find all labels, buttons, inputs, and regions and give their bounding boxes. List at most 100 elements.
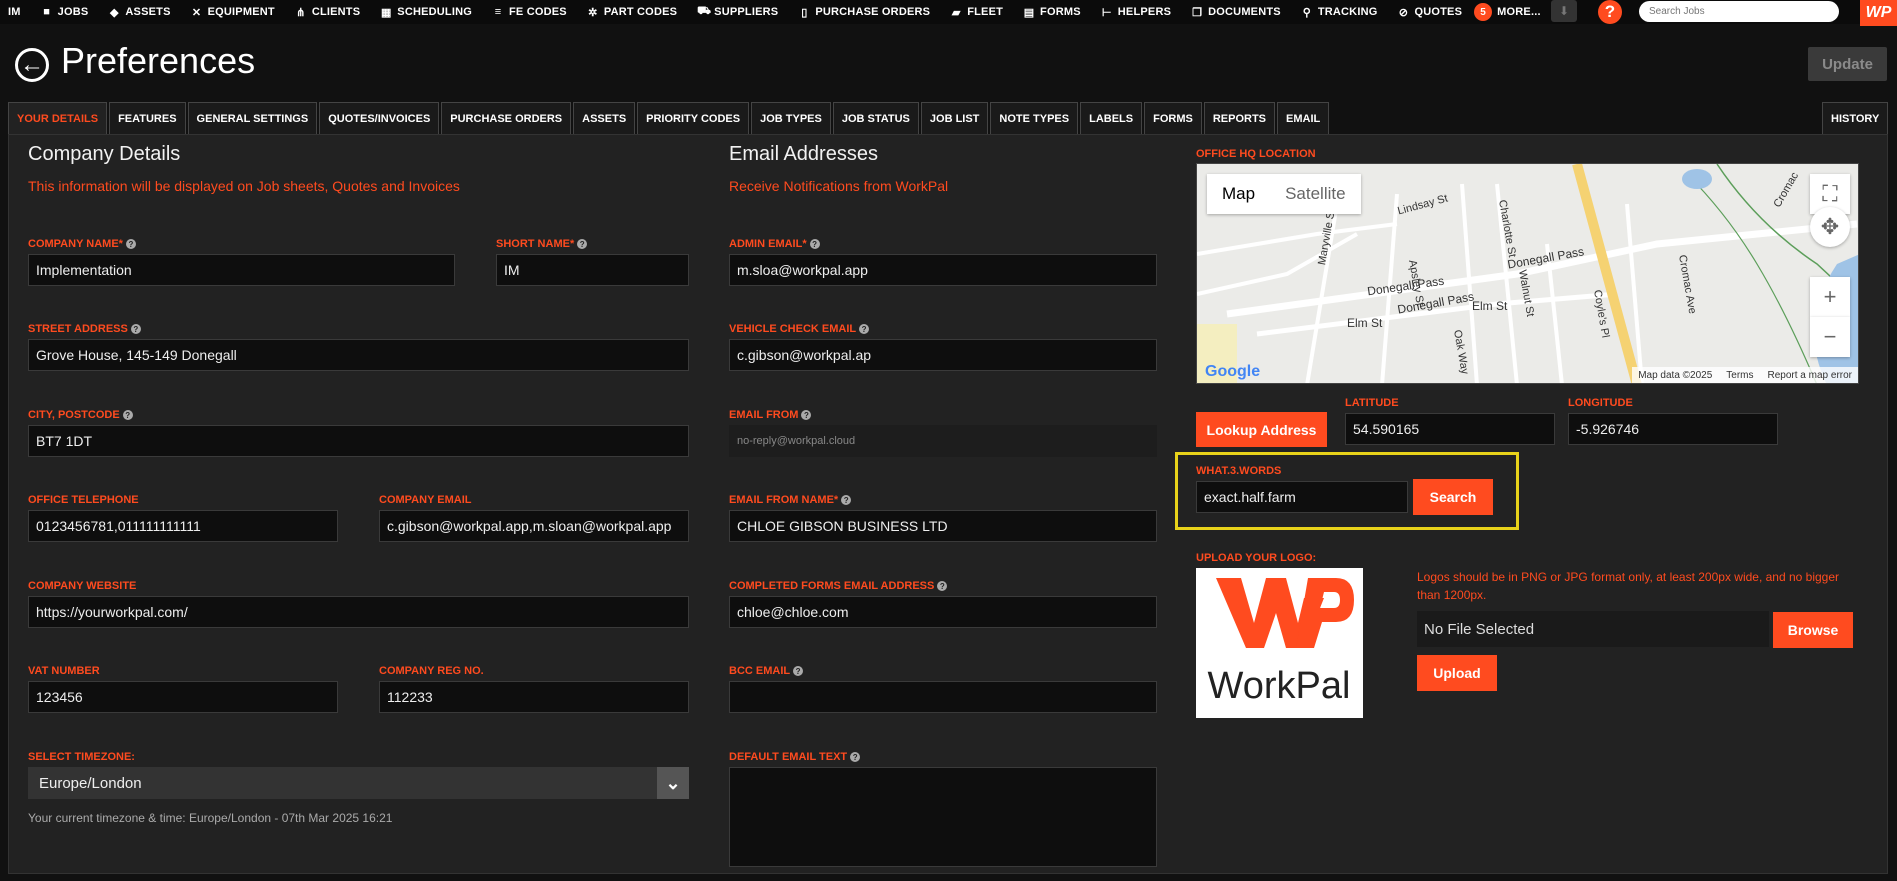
bcc-email-field[interactable] [729,681,1157,713]
tab-history[interactable]: HISTORY [1822,102,1889,134]
vehicle-check-email-field[interactable]: c.gibson@workpal.ap [729,339,1157,371]
document-icon: ▯ [801,6,808,19]
back-arrow-icon[interactable]: ← [15,48,49,82]
tab-job-types[interactable]: JOB TYPES [751,102,831,134]
nav-item-fe-codes[interactable]: ≡ FE CODES [482,0,577,24]
tab-email[interactable]: EMAIL [1277,102,1330,134]
email-from-label: EMAIL FROM? [729,409,812,421]
tab-labels[interactable]: LABELS [1080,102,1143,134]
help-button[interactable]: ? [1598,0,1622,24]
tab-general-settings[interactable]: GENERAL SETTINGS [187,102,318,134]
tab-assets[interactable]: ASSETS [573,102,636,134]
vat-number-label: VAT NUMBER [28,665,100,677]
office-location-map[interactable]: Donegall Pass Donegall Pass Donegall Pas… [1196,163,1859,384]
help-icon: ? [801,410,812,420]
company-reg-label: COMPANY REG NO. [379,665,484,677]
timezone-info: Your current timezone & time: Europe/Lon… [28,811,393,825]
zoom-out-icon[interactable]: − [1810,317,1850,357]
nav-item-clients[interactable]: ⋔ CLIENTS [285,0,370,24]
download-icon[interactable]: ⬇ [1551,0,1577,22]
nav-item-more[interactable]: 5 MORE... [1472,0,1551,24]
map-tab-satellite[interactable]: Satellite [1270,174,1360,214]
cube-icon: ◆ [110,6,119,19]
browse-button[interactable]: Browse [1773,612,1853,648]
bcc-email-label: BCC EMAIL? [729,665,804,677]
nav-item-forms[interactable]: ▤ FORMS [1013,0,1091,24]
nav-item-jobs[interactable]: ■ JOBS [31,0,99,24]
map-tab-map[interactable]: Map [1207,174,1270,214]
nav-item-scheduling[interactable]: ▦ SCHEDULING [370,0,482,24]
city-postcode-label: CITY, POSTCODE? [28,409,133,421]
map-terms-link[interactable]: Terms [1726,370,1753,381]
longitude-label: LONGITUDE [1568,397,1633,409]
map-label-elm-st: Elm St [1472,299,1508,313]
help-icon: ? [125,239,136,249]
tab-reports[interactable]: REPORTS [1203,102,1276,134]
map-footer: Map data ©2025 Terms Report a map error [1632,367,1858,383]
camera-control-icon[interactable]: ✥ [1810,207,1850,247]
nav-item-quotes[interactable]: ⊘ QUOTES [1387,0,1472,24]
longitude-field[interactable]: -5.926746 [1568,413,1778,445]
tab-quotes-invoices[interactable]: QUOTES/INVOICES [319,102,440,134]
tab-features[interactable]: FEATURES [109,102,186,134]
help-icon: ? [130,324,141,334]
street-address-field[interactable]: Grove House, 145-149 Donegall [28,339,689,371]
company-email-field[interactable]: c.gibson@workpal.app,m.sloan@workpal.app [379,510,689,542]
office-telephone-field[interactable]: 0123456781,011111111111 [28,510,338,542]
nav-item-fleet[interactable]: ▰ FLEET [940,0,1013,24]
documents-icon: ❐ [1192,6,1203,19]
what3words-search-button[interactable]: Search [1413,479,1493,515]
tab-job-status[interactable]: JOB STATUS [832,102,919,134]
nav-item-equipment[interactable]: ✕ EQUIPMENT [181,0,285,24]
map-report-error-link[interactable]: Report a map error [1768,370,1852,381]
map-data-credit: Map data ©2025 [1638,369,1713,381]
help-icon: ? [850,752,861,762]
latitude-field[interactable]: 54.590165 [1345,413,1555,445]
lookup-address-button[interactable]: Lookup Address [1196,412,1327,447]
nav-item-assets[interactable]: ◆ ASSETS [98,0,180,24]
paperclip-icon: ⊘ [1398,6,1409,19]
company-reg-field[interactable]: 112233 [379,681,689,713]
latitude-label: LATITUDE [1345,397,1399,409]
company-website-field[interactable]: https://yourworkpal.com/ [28,596,689,628]
timezone-select[interactable]: Europe/London ⌄ [28,767,689,799]
completed-forms-email-field[interactable]: chloe@chloe.com [729,596,1157,628]
tab-your-details[interactable]: YOUR DETAILS [8,102,108,134]
what3words-label: WHAT.3.WORDS [1196,465,1282,477]
nav-item-helpers[interactable]: ⊢ HELPERS [1091,0,1181,24]
admin-email-field[interactable]: m.sloa@workpal.app [729,254,1157,286]
nav-item-documents[interactable]: ❐ DOCUMENTS [1181,0,1291,24]
timezone-label: SELECT TIMEZONE: [28,751,135,763]
email-from-name-field[interactable]: CHLOE GIBSON BUSINESS LTD [729,510,1157,542]
company-name-label: COMPANY NAME*? [28,238,136,250]
nav-item-tracking[interactable]: ⚲ TRACKING [1291,0,1388,24]
search-jobs-input[interactable] [1639,1,1839,22]
truck-icon: ▰ [951,6,961,19]
nav-item-purchase-orders[interactable]: ▯ PURCHASE ORDERS [788,0,940,24]
tab-purchase-orders[interactable]: PURCHASE ORDERS [441,102,572,134]
what3words-field[interactable]: exact.half.farm [1196,481,1408,513]
short-name-field[interactable]: IM [496,254,689,286]
tab-note-types[interactable]: NOTE TYPES [990,102,1079,134]
vat-number-field[interactable]: 123456 [28,681,338,713]
help-icon: ? [937,581,948,591]
update-button[interactable]: Update [1808,47,1887,81]
default-email-text-area[interactable] [729,767,1157,867]
company-name-field[interactable]: Implementation [28,254,455,286]
vehicle-check-email-label: VEHICLE CHECK EMAIL? [729,323,870,335]
nav-item-part-codes[interactable]: ✲ PART CODES [577,0,687,24]
workpal-logo[interactable]: WP [1860,0,1897,26]
office-hq-location-label: OFFICE HQ LOCATION [1196,148,1316,160]
company-email-label: COMPANY EMAIL [379,494,472,506]
tab-job-list[interactable]: JOB LIST [920,102,989,134]
tab-forms[interactable]: FORMS [1144,102,1202,134]
city-postcode-field[interactable]: BT7 1DT [28,425,689,457]
google-logo: Google [1205,363,1261,380]
nav-item-suppliers[interactable]: ⛟ SUPPLIERS [687,0,788,24]
tab-priority-codes[interactable]: PRIORITY CODES [637,102,750,134]
upload-button[interactable]: Upload [1417,655,1497,691]
email-addresses-subtitle: Receive Notifications from WorkPal [729,178,949,194]
zoom-in-icon[interactable]: + [1810,277,1850,317]
nav-item-im[interactable]: IM [0,0,31,24]
chevron-down-icon[interactable]: ⌄ [657,767,689,799]
